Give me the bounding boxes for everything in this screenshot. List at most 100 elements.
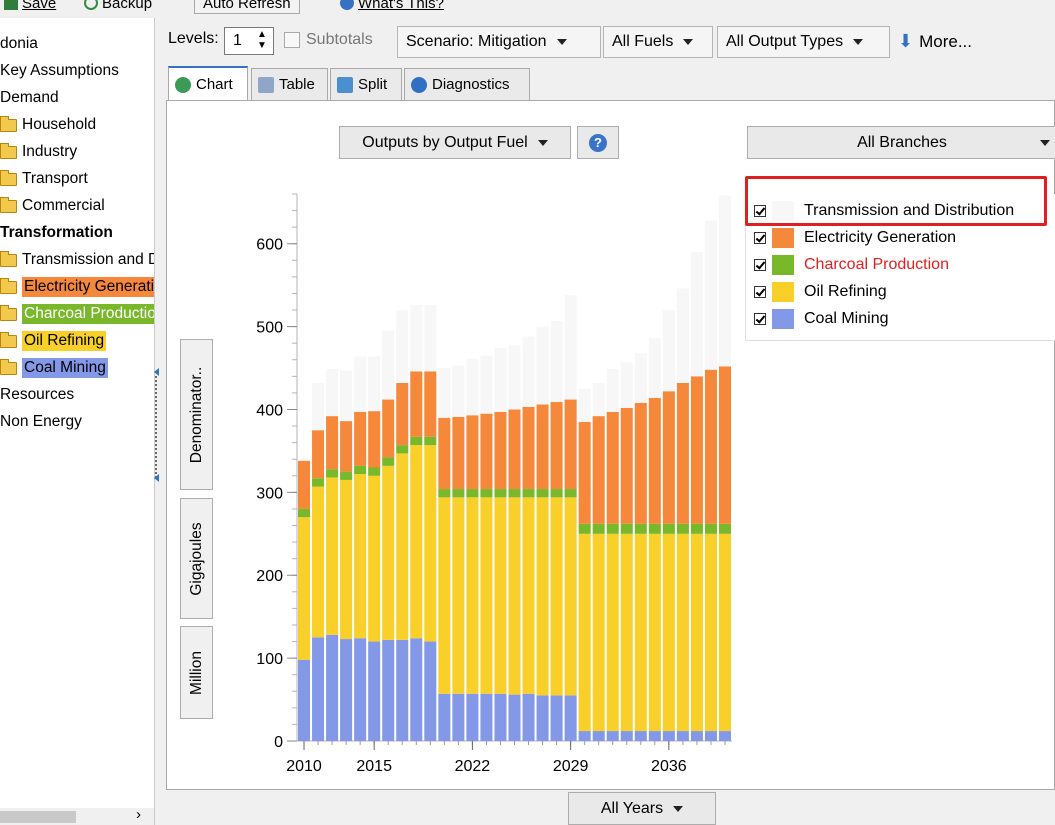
y-tick-label: 100 — [256, 651, 283, 668]
bar-segment — [564, 489, 577, 498]
bar-segment — [634, 353, 647, 403]
legend-checkbox[interactable] — [754, 232, 766, 244]
bar-segment — [494, 489, 507, 498]
bar-segment — [354, 356, 367, 412]
legend-item[interactable]: Electricity Generation — [754, 227, 956, 249]
bar-segment — [368, 475, 381, 642]
y-tick-label: 400 — [256, 402, 283, 419]
bar-segment — [634, 533, 647, 732]
bar-segment — [326, 368, 339, 417]
bar-segment — [648, 338, 661, 398]
bar-segment — [312, 382, 325, 431]
x-tick-label: 2015 — [356, 758, 392, 775]
legend-checkbox[interactable] — [754, 286, 766, 298]
bar-segment — [340, 639, 353, 741]
bar-segment — [522, 489, 535, 498]
bar-segment — [340, 471, 353, 480]
bar-segment — [312, 637, 325, 741]
legend-label: Oil Refining — [804, 283, 887, 300]
bar-segment — [634, 523, 647, 534]
bar-segment — [354, 411, 367, 466]
bar-segment — [718, 195, 731, 367]
bar-segment — [452, 489, 465, 498]
bar-segment — [368, 467, 381, 476]
bar-segment — [312, 486, 325, 638]
bar-segment — [480, 497, 493, 694]
bar-segment — [480, 355, 493, 414]
bar-segment — [620, 533, 633, 732]
bar-segment — [424, 641, 437, 741]
bar-segment — [662, 391, 675, 524]
bar-segment — [396, 445, 409, 454]
bar-segment — [354, 638, 367, 741]
bar-segment — [550, 320, 563, 403]
bar-segment — [592, 731, 605, 741]
bar-segment — [676, 731, 689, 741]
bar-segment — [620, 407, 633, 524]
bar-segment — [564, 399, 577, 490]
bar-segment — [466, 693, 479, 741]
legend-item[interactable]: Charcoal Production — [754, 254, 949, 276]
bar-segment — [536, 404, 549, 490]
bar-segment — [690, 376, 703, 524]
bar-segment — [634, 731, 647, 741]
bar-segment — [410, 638, 423, 741]
bar-segment — [550, 497, 563, 696]
bar-segment — [396, 453, 409, 640]
bar-segment — [690, 523, 703, 534]
bar-segment — [676, 288, 689, 383]
bar-segment — [508, 694, 521, 741]
bar-segment — [326, 469, 339, 478]
bar-segment — [662, 523, 675, 534]
bar-segment — [452, 416, 465, 490]
bar-segment — [620, 731, 633, 741]
bar-segment — [508, 497, 521, 695]
bar-segment — [480, 693, 493, 741]
bar-segment — [578, 731, 591, 741]
bar-segment — [424, 305, 437, 372]
bar-segment — [592, 523, 605, 534]
bar-segment — [480, 413, 493, 490]
bar-segment — [690, 533, 703, 732]
bar-segment — [312, 430, 325, 479]
bar-segment — [494, 693, 507, 741]
bar-segment — [578, 421, 591, 524]
bar-segment — [592, 533, 605, 732]
bar-segment — [606, 523, 619, 534]
years-dropdown[interactable]: All Years — [568, 792, 716, 825]
bar-segment — [368, 641, 381, 741]
y-tick-label: 200 — [256, 568, 283, 585]
bar-segment — [536, 497, 549, 696]
bar-segment — [410, 305, 423, 372]
bar-segment — [438, 489, 451, 498]
bar-segment — [396, 382, 409, 446]
bar-segment — [620, 362, 633, 408]
bar-segment — [536, 489, 549, 498]
x-tick-label: 2010 — [286, 758, 322, 775]
bar-segment — [606, 411, 619, 524]
x-tick-label: 2029 — [553, 758, 589, 775]
y-tick-label: 500 — [256, 320, 283, 337]
legend-item[interactable]: Oil Refining — [754, 281, 887, 303]
legend-label: Electricity Generation — [804, 229, 957, 246]
bar-segment — [382, 330, 395, 400]
bar-segment — [648, 397, 661, 524]
legend-swatch — [772, 282, 794, 302]
bar-segment — [536, 326, 549, 405]
bar-segment — [648, 533, 661, 732]
bar-segment — [648, 523, 661, 534]
bar-segment — [312, 478, 325, 487]
x-tick-label: 2022 — [455, 758, 491, 775]
legend-checkbox[interactable] — [754, 259, 766, 271]
bar-segment — [298, 659, 311, 741]
bar-segment — [298, 508, 311, 518]
bar-segment — [592, 382, 605, 417]
legend-checkbox[interactable] — [754, 313, 766, 325]
legend-label: Charcoal Production — [804, 256, 949, 273]
bar-segment — [676, 382, 689, 524]
bar-segment — [298, 460, 311, 509]
bar-segment — [382, 399, 395, 458]
highlight-box — [745, 176, 1047, 226]
bar-segment — [452, 693, 465, 741]
legend-item[interactable]: Coal Mining — [754, 308, 888, 330]
